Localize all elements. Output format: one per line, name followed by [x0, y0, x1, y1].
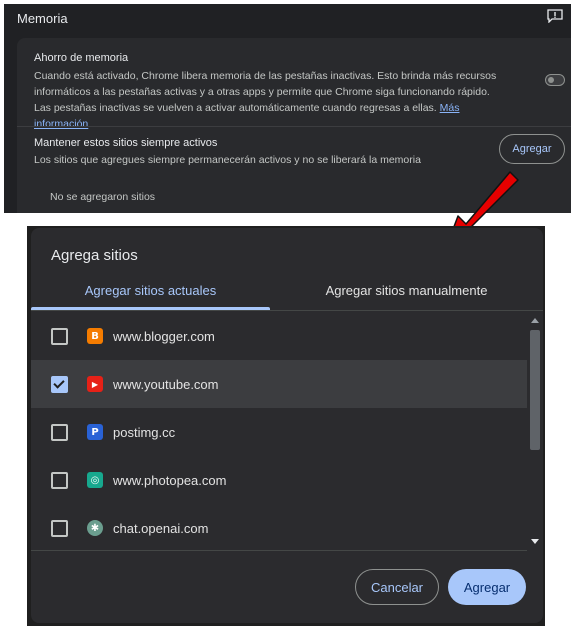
site-url: www.youtube.com: [113, 376, 219, 392]
tab-bar: Agregar sitios actuales Agregar sitios m…: [31, 272, 543, 310]
list-item[interactable]: ▶ www.youtube.com: [31, 360, 527, 408]
site-checkbox[interactable]: [51, 519, 68, 537]
always-active-title: Mantener estos sitios siempre activos: [34, 137, 218, 149]
scrollbar[interactable]: [527, 312, 543, 550]
site-checkbox[interactable]: [51, 423, 68, 441]
no-sites-text: No se agregaron sitios: [50, 191, 156, 203]
add-button[interactable]: Agregar: [448, 569, 526, 605]
list-item[interactable]: P postimg.cc: [31, 408, 527, 456]
site-checkbox[interactable]: [51, 327, 68, 345]
footer-divider: [31, 550, 527, 551]
list-item[interactable]: ◎ www.photopea.com: [31, 456, 527, 504]
list-item[interactable]: ✱ chat.openai.com: [31, 504, 527, 550]
section-title: Memoria: [17, 11, 68, 26]
always-active-description: Los sitios que agregues siempre permanec…: [34, 154, 421, 166]
memory-saver-title: Ahorro de memoria: [34, 52, 129, 64]
site-url: chat.openai.com: [113, 520, 209, 536]
list-item[interactable]: B www.blogger.com: [31, 312, 527, 360]
site-url: www.blogger.com: [113, 328, 215, 344]
memory-saver-description: Cuando está activado, Chrome libera memo…: [34, 68, 509, 132]
tab-manual-sites[interactable]: Agregar sitios manualmente: [270, 272, 543, 308]
tab-divider: [31, 310, 543, 311]
openai-icon: ✱: [87, 520, 103, 536]
divider: [17, 126, 571, 127]
tab-current-sites[interactable]: Agregar sitios actuales: [31, 272, 270, 308]
site-url: www.photopea.com: [113, 472, 227, 488]
site-url: postimg.cc: [113, 424, 176, 440]
sites-list: B www.blogger.com ▶ www.youtube.com P po…: [31, 312, 527, 550]
memory-saver-toggle[interactable]: [545, 74, 565, 86]
blogger-icon: B: [87, 328, 103, 344]
scroll-thumb[interactable]: [530, 330, 540, 450]
youtube-icon: ▶: [87, 376, 103, 392]
photopea-icon: ◎: [87, 472, 103, 488]
site-checkbox[interactable]: [51, 375, 68, 393]
cancel-button[interactable]: Cancelar: [355, 569, 439, 605]
add-sites-button[interactable]: Agregar: [499, 134, 565, 164]
postimg-icon: P: [87, 424, 103, 440]
scroll-down-icon[interactable]: [531, 539, 539, 544]
feedback-icon[interactable]: [547, 9, 563, 23]
memory-saver-description-text: Cuando está activado, Chrome libera memo…: [34, 70, 497, 114]
scroll-up-icon[interactable]: [531, 318, 539, 323]
dialog-title: Agrega sitios: [51, 247, 138, 264]
add-sites-dialog: Agrega sitios Agregar sitios actuales Ag…: [31, 228, 543, 623]
site-checkbox[interactable]: [51, 471, 68, 489]
